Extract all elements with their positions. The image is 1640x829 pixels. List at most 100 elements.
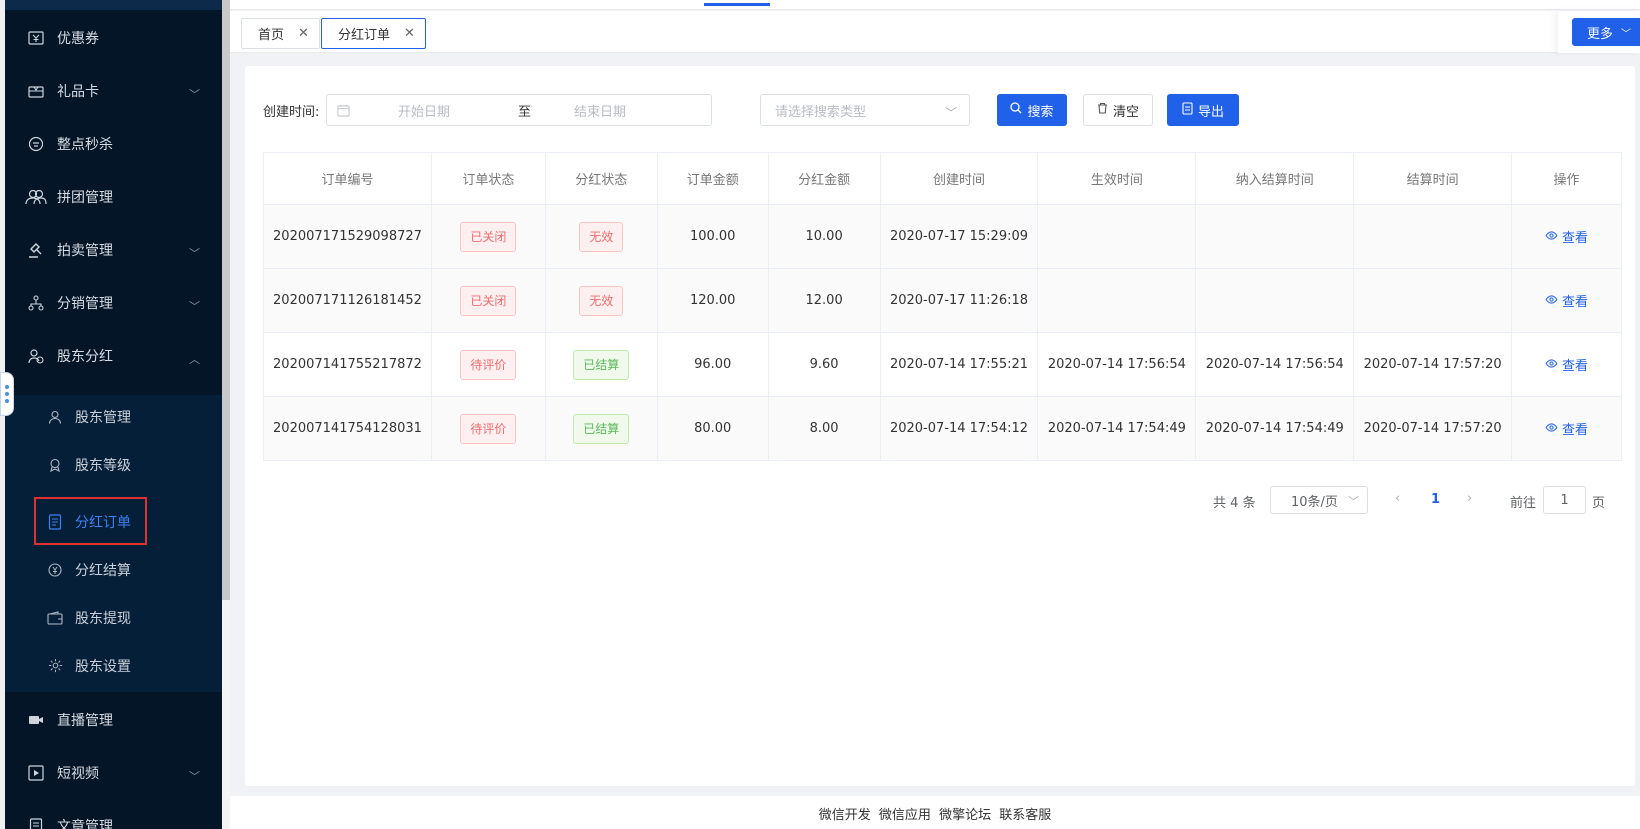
- sidebar-sub-shareholder-manage[interactable]: 股东管理: [5, 392, 222, 441]
- trash-icon: [1097, 102, 1108, 118]
- footer-link-support[interactable]: 联系客服: [999, 808, 1051, 823]
- bonus-amount: 9.60: [767, 332, 881, 397]
- search-button[interactable]: 搜索: [997, 94, 1067, 126]
- bonus-amount: 10.00: [767, 204, 881, 269]
- chevron-down-icon: ﹀: [189, 769, 200, 783]
- search-type-select[interactable]: 请选择搜索类型 ﹀: [760, 94, 970, 126]
- bonus-status-tag: 已结算: [573, 413, 630, 444]
- chevron-right-icon: ›: [1467, 491, 1473, 506]
- sidebar-scrollbar-thumb[interactable]: [222, 0, 230, 600]
- close-icon[interactable]: ✕: [298, 26, 309, 41]
- view-link[interactable]: 查看: [1545, 227, 1588, 246]
- sidebar-item-article[interactable]: 文章管理: [5, 798, 222, 829]
- sidebar-item-coupon[interactable]: 优惠券: [5, 10, 222, 65]
- footer: 微信开发 微信应用 微擎论坛 联系客服: [230, 796, 1640, 829]
- order-status-tag: 待评价: [460, 349, 517, 380]
- end-date-input[interactable]: 结束日期: [574, 101, 626, 120]
- sidebar-item-video[interactable]: 短视频 ﹀: [5, 745, 222, 800]
- sidebar-item-distribution[interactable]: 分销管理 ﹀: [5, 275, 222, 330]
- date-range-picker[interactable]: 开始日期 至 结束日期: [326, 94, 712, 126]
- sidebar-item-label: 优惠券: [57, 30, 99, 47]
- table-row: 202007141755217872 待评价 已结算 96.00 9.60 20…: [263, 332, 1622, 397]
- clear-button[interactable]: 清空: [1083, 94, 1153, 126]
- sidebar-sub-label: 分红结算: [75, 562, 131, 579]
- order-status-tag: 待评价: [460, 413, 517, 444]
- sidebar-sub-label: 股东等级: [75, 457, 131, 474]
- footer-link-forum[interactable]: 微擎论坛: [939, 808, 991, 823]
- goto-page-input[interactable]: 1: [1543, 486, 1586, 514]
- footer-link-wechat-apps[interactable]: 微信应用: [879, 808, 931, 823]
- view-label: 查看: [1562, 295, 1589, 310]
- start-date-input[interactable]: 开始日期: [398, 101, 518, 120]
- tab-bonus-order[interactable]: 分红订单 ✕: [321, 18, 426, 49]
- goto-suffix: 页: [1592, 496, 1606, 511]
- export-button[interactable]: 导出: [1167, 94, 1239, 126]
- calendar-icon: [337, 104, 350, 117]
- table-row: 202007171126181452 已关闭 无效 120.00 12.00 2…: [263, 268, 1622, 333]
- search-button-label: 搜索: [1027, 104, 1054, 120]
- search-type-placeholder: 请选择搜索类型: [775, 104, 867, 120]
- sidebar-sub-shareholder-level[interactable]: 股东等级: [5, 440, 222, 489]
- sidebar-top-item-partial[interactable]: [5, 0, 222, 10]
- view-label: 查看: [1562, 423, 1589, 438]
- sidebar-sub-label: 分红订单: [75, 514, 131, 531]
- settled-time: [1353, 268, 1513, 333]
- user-icon: [45, 410, 65, 424]
- order-icon: [45, 513, 65, 530]
- page-size-select[interactable]: 10条/页 ﹀: [1270, 486, 1368, 514]
- clear-button-label: 清空: [1112, 104, 1139, 120]
- sidebar-item-label: 礼品卡: [57, 83, 99, 100]
- order-amount: 100.00: [656, 204, 769, 269]
- flash-sale-icon: [25, 136, 47, 152]
- sidebar-item-shareholder[interactable]: 股东分红 ︿: [5, 328, 222, 383]
- sidebar-sub-bonus-settle[interactable]: 分红结算: [5, 545, 222, 594]
- view-link[interactable]: 查看: [1545, 419, 1588, 438]
- search-icon: [1010, 102, 1022, 118]
- chevron-down-icon: ﹀: [944, 106, 957, 120]
- sidebar-sub-shareholder-withdraw[interactable]: 股东提现: [5, 593, 222, 642]
- view-link[interactable]: 查看: [1545, 291, 1588, 310]
- chevron-up-icon: ︿: [189, 352, 200, 366]
- included-time: 2020-07-14 17:54:49: [1195, 396, 1355, 461]
- sidebar: 优惠券 礼品卡 ﹀ 整点秒杀 拼团管理 拍卖管理 ﹀ 分销管理 ﹀ 股东分红 ︿…: [0, 0, 222, 829]
- order-amount: 80.00: [656, 396, 769, 461]
- order-amount: 96.00: [656, 332, 769, 397]
- view-label: 查看: [1562, 231, 1589, 246]
- level-icon: [45, 458, 65, 472]
- sidebar-collapse-handle[interactable]: [0, 372, 14, 416]
- page-number-current[interactable]: 1: [1431, 492, 1440, 507]
- sidebar-item-label: 整点秒杀: [57, 136, 113, 153]
- created-time: 2020-07-14 17:55:21: [879, 332, 1039, 397]
- sidebar-item-live[interactable]: 直播管理: [5, 692, 222, 747]
- shareholder-icon: [25, 348, 47, 364]
- bonus-status-tag: 无效: [579, 285, 624, 316]
- close-icon[interactable]: ✕: [404, 26, 415, 41]
- chevron-down-icon: ﹀: [1621, 28, 1631, 40]
- gift-card-icon: [25, 84, 47, 98]
- footer-link-wechat-dev[interactable]: 微信开发: [819, 808, 871, 823]
- more-area: 更多 ﹀: [1558, 11, 1640, 53]
- bonus-amount: 8.00: [767, 396, 881, 461]
- col-action: 操作: [1511, 152, 1622, 205]
- more-button[interactable]: 更多 ﹀: [1572, 18, 1640, 46]
- sidebar-item-gift-card[interactable]: 礼品卡 ﹀: [5, 63, 222, 118]
- gear-icon: [45, 658, 65, 673]
- col-created-time: 创建时间: [879, 152, 1039, 205]
- settle-icon: [45, 562, 65, 577]
- sidebar-item-label: 分销管理: [57, 295, 113, 312]
- sidebar-item-group-buy[interactable]: 拼团管理: [5, 169, 222, 224]
- coupon-icon: [25, 30, 47, 45]
- tab-home[interactable]: 首页 ✕: [241, 18, 320, 49]
- sidebar-sub-label: 股东设置: [75, 658, 131, 675]
- effective-time: [1037, 268, 1197, 333]
- next-page-button[interactable]: ›: [1467, 491, 1472, 506]
- prev-page-button[interactable]: ‹: [1395, 491, 1400, 506]
- effective-time: [1037, 204, 1197, 269]
- sidebar-item-flash-sale[interactable]: 整点秒杀: [5, 116, 222, 171]
- sidebar-item-label: 文章管理: [57, 818, 113, 829]
- view-link[interactable]: 查看: [1545, 355, 1588, 374]
- table-header-row: 订单编号 订单状态 分红状态 订单金额 分红金额 创建时间 生效时间 纳入结算时…: [263, 152, 1622, 205]
- sidebar-sub-shareholder-settings[interactable]: 股东设置: [5, 641, 222, 690]
- sidebar-item-auction[interactable]: 拍卖管理 ﹀: [5, 222, 222, 277]
- sidebar-sub-bonus-order[interactable]: 分红订单: [5, 497, 222, 546]
